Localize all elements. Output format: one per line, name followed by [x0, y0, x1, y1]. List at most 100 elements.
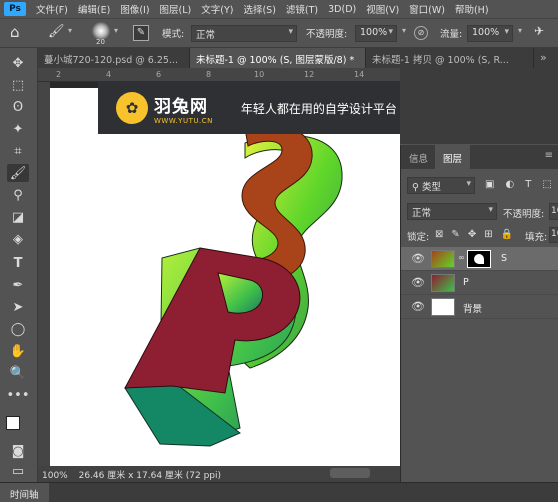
menu-select[interactable]: 选择(S) [243, 2, 275, 16]
layer-row-p[interactable]: 👁 P [401, 271, 558, 295]
lock-all-icon[interactable]: 🔒 [501, 229, 513, 240]
lock-pixels-icon[interactable]: ✎ [451, 229, 459, 240]
photoshop-logo[interactable]: Ps [4, 2, 26, 16]
rabbit-logo-icon: ✿ [116, 92, 148, 124]
menu-layer[interactable]: 图层(L) [160, 2, 192, 16]
type-tool-icon[interactable]: T [7, 254, 29, 272]
pixel-filter-icon[interactable]: ▣ [485, 179, 494, 190]
menu-image[interactable]: 图像(I) [120, 2, 149, 16]
menu-type[interactable]: 文字(Y) [201, 2, 233, 16]
ruler-number: 2 [56, 70, 62, 79]
ellipse-tool-icon[interactable]: ◯ [7, 320, 29, 338]
link-chain-icon[interactable]: ∞ [458, 253, 465, 262]
layer-filter-row: ⚲ 类型 ▣ ◐ T ⬚ [401, 177, 558, 197]
flow-dropdown[interactable]: 100% [467, 25, 513, 42]
stamp-tool-icon[interactable]: ⚲ [7, 186, 29, 204]
layer-row-s[interactable]: 👁 ∞ S [401, 247, 558, 271]
layer-opacity-input[interactable]: 10 [549, 203, 558, 220]
panel-dock-area [400, 68, 558, 144]
lock-position-icon[interactable]: ✥ [468, 229, 476, 240]
layer-thumbnail [431, 274, 455, 292]
lock-transparent-icon[interactable]: ⊠ [435, 229, 443, 240]
lock-icons: ⊠ ✎ ✥ ⊞ 🔒 [435, 229, 518, 240]
move-tool-icon[interactable]: ✥ [7, 54, 29, 72]
brush-settings-icon[interactable]: ✎ [133, 25, 149, 41]
layer-row-background[interactable]: 👁 背景 [401, 295, 558, 319]
visibility-eye-icon[interactable]: 👁 [411, 252, 425, 265]
quick-mask-icon[interactable]: ◙ [7, 442, 29, 460]
document-tabs: 蔓小城720-120.psd @ 6.25... 未标题-1 @ 100% (S… [38, 48, 558, 68]
adjustment-filter-icon[interactable]: ◐ [505, 179, 514, 190]
pen-tool-icon[interactable]: ✒ [7, 276, 29, 294]
paint-bucket-tool-icon[interactable]: ◈ [7, 230, 29, 248]
brush-tool-icon[interactable]: 🖌 [7, 164, 29, 182]
3d-letters-artwork [124, 123, 343, 447]
ruler-number: 10 [254, 70, 265, 79]
blend-mode-dropdown[interactable]: 正常 [407, 203, 497, 220]
tab-document-1[interactable]: 蔓小城720-120.psd @ 6.25... [38, 48, 190, 68]
menu-3d[interactable]: 3D(D) [328, 4, 356, 15]
panel-menu-icon[interactable]: ≡ [545, 150, 553, 161]
menu-filter[interactable]: 滤镜(T) [286, 2, 318, 16]
chevron-down-icon[interactable]: ▾ [114, 26, 118, 35]
filter-icons: ▣ ◐ T ⬚ [485, 179, 558, 190]
tab-info[interactable]: 信息 [401, 145, 436, 169]
blend-row: 正常 不透明度: 10 [401, 203, 558, 223]
airbrush-icon[interactable]: ✈ [534, 24, 544, 38]
filter-type-dropdown[interactable]: ⚲ 类型 [407, 177, 475, 194]
tab-timeline[interactable]: 时间轴 [0, 483, 49, 502]
chevron-down-icon[interactable]: ▾ [68, 26, 72, 35]
type-filter-icon[interactable]: T [525, 179, 531, 190]
tab-label: 未标题-1 @ 100% (S, 图层蒙版/8) * [196, 55, 355, 66]
layer-thumbnail [431, 250, 455, 268]
brand-block: 羽兔网 WWW.YUTU.CN [154, 92, 213, 125]
shape-filter-icon[interactable]: ⬚ [542, 179, 551, 190]
hand-tool-icon[interactable]: ✋ [7, 342, 29, 360]
quick-select-tool-icon[interactable]: ✦ [7, 120, 29, 138]
fill-input[interactable]: 10 [549, 227, 558, 243]
canvas-area[interactable] [50, 82, 400, 466]
document-canvas[interactable] [50, 88, 400, 466]
path-select-tool-icon[interactable]: ➤ [7, 298, 29, 316]
tab-label: 蔓小城720-120.psd @ 6.25... [44, 55, 178, 66]
tab-layers[interactable]: 图层 [435, 145, 471, 169]
menu-file[interactable]: 文件(F) [36, 2, 68, 16]
tab-document-3[interactable]: 未标题-1 拷贝 @ 100% (S, R... [366, 48, 534, 68]
brush-tool-icon[interactable]: 🖌 [48, 24, 65, 39]
layer-name: 背景 [463, 304, 483, 315]
zoom-tool-icon[interactable]: 🔍 [7, 364, 29, 382]
chevron-down-icon[interactable]: ▾ [518, 26, 522, 35]
visibility-eye-icon[interactable]: 👁 [411, 276, 425, 289]
menu-edit[interactable]: 编辑(E) [78, 2, 110, 16]
zoom-level[interactable]: 100% [42, 471, 68, 481]
ruler-number: 14 [354, 70, 365, 79]
menu-window[interactable]: 窗口(W) [409, 2, 445, 16]
search-icon: ⚲ [412, 182, 422, 193]
tab-document-2[interactable]: 未标题-1 @ 100% (S, 图层蒙版/8) * [190, 48, 366, 68]
ruler-number: 8 [206, 70, 212, 79]
menu-view[interactable]: 视图(V) [366, 2, 399, 16]
chevron-down-icon[interactable]: ▾ [402, 26, 406, 35]
opacity-label: 不透明度: [306, 29, 348, 40]
eraser-tool-icon[interactable]: ◪ [7, 208, 29, 226]
home-icon[interactable]: ⌂ [10, 23, 20, 41]
pressure-opacity-icon[interactable]: ⊘ [414, 26, 428, 40]
visibility-eye-icon[interactable]: 👁 [411, 300, 425, 313]
ruler-number: 12 [304, 70, 315, 79]
marquee-tool-icon[interactable]: ⬚ [7, 76, 29, 94]
more-tabs-icon[interactable]: » [540, 51, 547, 64]
screen-mode-icon[interactable]: ▭ [7, 462, 29, 480]
horizontal-scrollbar[interactable] [330, 468, 370, 478]
crop-tool-icon[interactable]: ⌗ [7, 142, 29, 160]
menu-help[interactable]: 帮助(H) [455, 2, 489, 16]
banner-slogan: 年轻人都在用的自学设计平台 [240, 101, 397, 116]
options-bar: ⌂ 🖌 ▾ 20 ▾ ✎ 模式: 正常 不透明度: 100% ▾ ⊘ 流量: 1… [0, 18, 558, 48]
mode-dropdown[interactable]: 正常 [191, 25, 297, 42]
more-tools-icon[interactable]: ••• [7, 386, 30, 404]
ruler-number: 6 [156, 70, 162, 79]
foreground-color-swatch[interactable] [6, 416, 20, 430]
lock-artboard-icon[interactable]: ⊞ [484, 229, 492, 240]
opacity-dropdown[interactable]: 100% [355, 25, 397, 42]
layer-mask-thumbnail[interactable] [467, 250, 491, 268]
lasso-tool-icon[interactable]: ʘ [7, 98, 29, 116]
